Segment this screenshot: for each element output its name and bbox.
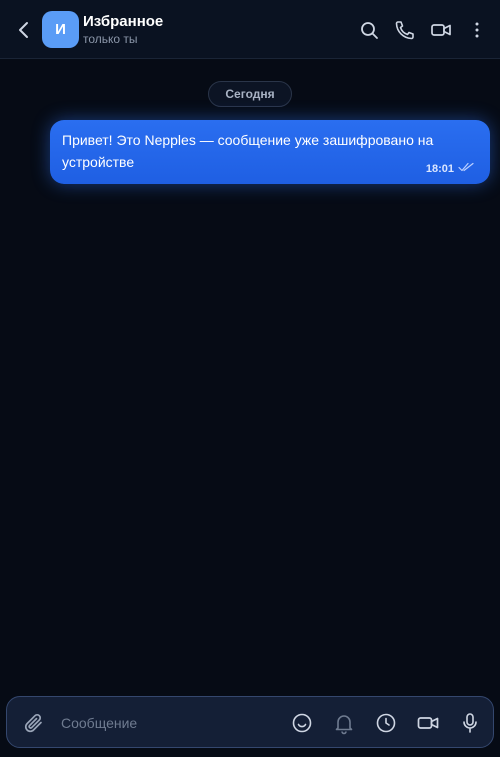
message-composer [6, 696, 494, 748]
message-text: Привет! Это Nepples — сообщение уже заши… [62, 132, 434, 170]
bell-icon[interactable] [332, 711, 356, 735]
search-icon[interactable] [357, 18, 381, 42]
chat-title[interactable]: Избранное [83, 13, 163, 30]
chat-header: И Избранное только ты [0, 0, 500, 59]
chat-screen: И Избранное только ты Сегодня Привет! Эт… [0, 0, 500, 757]
video-message-icon[interactable] [416, 711, 440, 735]
double-check-icon [458, 162, 474, 172]
outgoing-message[interactable]: Привет! Это Nepples — сообщение уже заши… [50, 120, 490, 184]
video-camera-icon[interactable] [429, 18, 453, 42]
back-icon[interactable] [12, 18, 36, 42]
clock-icon[interactable] [374, 711, 398, 735]
emoji-icon[interactable] [290, 711, 314, 735]
phone-icon[interactable] [393, 18, 417, 42]
microphone-icon[interactable] [458, 711, 482, 735]
date-separator: Сегодня [208, 81, 292, 107]
message-time: 18:01 [425, 163, 454, 175]
more-vertical-icon[interactable] [465, 18, 489, 42]
avatar[interactable]: И [42, 11, 79, 48]
paperclip-icon[interactable] [22, 711, 46, 735]
message-input[interactable] [61, 710, 281, 736]
chat-subtitle: только ты [83, 32, 138, 46]
